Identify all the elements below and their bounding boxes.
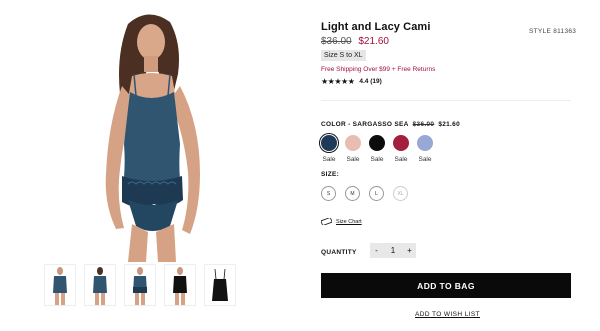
size-range-badge: Size S to XL xyxy=(321,50,366,61)
swatch-dot xyxy=(369,135,385,151)
thumbnail-5[interactable] xyxy=(204,264,236,306)
swatch-dot xyxy=(345,135,361,151)
thumbnail-strip xyxy=(44,264,236,306)
color-original-price: $36.00 xyxy=(412,121,435,128)
sale-price: $21.60 xyxy=(358,36,389,47)
size-chart-label: Size Chart xyxy=(336,218,362,225)
size-heading: SIZE: xyxy=(321,171,340,178)
swatch-label: Sale xyxy=(394,156,408,163)
price: $36.00 $21.60 xyxy=(321,36,389,47)
swatch-label: Sale xyxy=(346,156,360,163)
swatch-label: Sale xyxy=(370,156,384,163)
rating[interactable]: ★★★★★ 4.4 (19) xyxy=(321,77,382,86)
size-option-l[interactable]: L xyxy=(369,186,384,201)
shipping-promo: Free Shipping Over $99 + Free Returns xyxy=(321,66,436,73)
color-label: COLOR - SARGASSO SEA xyxy=(321,121,409,128)
color-swatch-3[interactable]: Sale xyxy=(369,135,385,163)
size-options: S M L XL xyxy=(321,186,408,201)
size-chart-link[interactable]: Size Chart xyxy=(321,218,362,225)
add-to-bag-button[interactable]: ADD TO BAG xyxy=(321,273,571,298)
product-main-image[interactable] xyxy=(50,4,250,262)
divider xyxy=(321,100,571,101)
quantity-increase-button[interactable]: + xyxy=(403,243,416,258)
swatch-label: Sale xyxy=(322,156,336,163)
color-swatch-5[interactable]: Sale xyxy=(417,135,433,163)
color-swatches: Sale Sale Sale Sale Sale xyxy=(321,135,433,163)
swatch-dot xyxy=(321,135,337,151)
thumbnail-2[interactable] xyxy=(84,264,116,306)
ruler-icon xyxy=(321,218,332,225)
color-sale-price: $21.60 xyxy=(438,121,460,128)
color-heading: COLOR - SARGASSO SEA $36.00 $21.60 xyxy=(321,121,460,128)
size-option-m[interactable]: M xyxy=(345,186,360,201)
size-option-s[interactable]: S xyxy=(321,186,336,201)
color-swatch-2[interactable]: Sale xyxy=(345,135,361,163)
quantity-stepper: - 1 + xyxy=(370,243,416,258)
quantity-decrease-button[interactable]: - xyxy=(370,243,383,258)
original-price: $36.00 xyxy=(321,36,352,47)
thumbnail-1[interactable] xyxy=(44,264,76,306)
size-option-xl[interactable]: XL xyxy=(393,186,408,201)
style-number: STYLE 811363 xyxy=(529,28,577,35)
rating-count: 4.4 (19) xyxy=(359,78,382,85)
color-swatch-4[interactable]: Sale xyxy=(393,135,409,163)
model-photo xyxy=(105,14,200,262)
thumbnail-3[interactable] xyxy=(124,264,156,306)
product-title: Light and Lacy Cami xyxy=(321,21,431,33)
star-rating-icon: ★★★★★ xyxy=(321,77,355,86)
quantity-label: QUANTITY xyxy=(321,249,357,256)
swatch-dot xyxy=(417,135,433,151)
swatch-label: Sale xyxy=(418,156,432,163)
color-swatch-1[interactable]: Sale xyxy=(321,135,337,163)
thumbnail-4[interactable] xyxy=(164,264,196,306)
quantity-value[interactable]: 1 xyxy=(383,246,403,255)
add-to-wish-list-link[interactable]: ADD TO WISH LIST xyxy=(415,311,480,318)
swatch-dot xyxy=(393,135,409,151)
